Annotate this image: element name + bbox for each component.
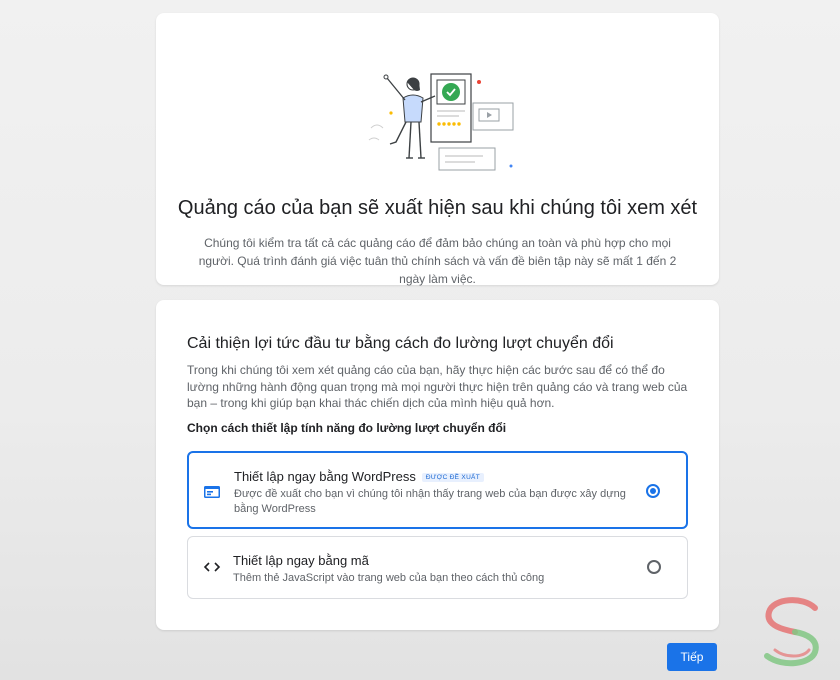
conversion-description: Trong khi chúng tôi xem xét quảng cáo củ… [187,363,688,410]
option-code-description: Thêm thẻ JavaScript vào trang web của bạ… [233,572,545,584]
option-wordpress-title-text: Thiết lập ngay bằng WordPress [234,469,416,484]
s-logo-watermark [764,597,819,667]
option-code-title: Thiết lập ngay bằng mã [233,553,369,568]
option-wordpress-title: Thiết lập ngay bằng WordPress ĐƯỢC ĐỀ XUẤ… [234,469,484,484]
review-card: Quảng cáo của bạn sẽ xuất hiện sau khi c… [156,13,719,286]
review-description: Chúng tôi kiểm tra tất cả các quảng cáo … [198,236,677,286]
setup-method-heading: Chọn cách thiết lập tính năng đo lường l… [187,421,507,435]
conversion-card: Cải thiện lợi tức đầu tư bằng cách đo lư… [156,300,719,630]
option-wordpress-description: Được đề xuất cho bạn vì chúng tôi nhận t… [234,488,626,515]
browser-window-icon [204,486,220,498]
code-icon [203,562,221,572]
option-wordpress[interactable]: Thiết lập ngay bằng WordPress ĐƯỢC ĐỀ XUẤ… [187,451,688,529]
option-code[interactable]: Thiết lập ngay bằng mã Thêm thẻ JavaScri… [187,536,688,599]
option-code-radio[interactable] [647,560,661,574]
recommended-badge: ĐƯỢC ĐỀ XUẤT [421,473,484,482]
approval-illustration [368,73,514,171]
review-title: Quảng cáo của bạn sẽ xuất hiện sau khi c… [177,197,698,219]
next-button[interactable]: Tiếp [667,643,717,671]
conversion-title: Cải thiện lợi tức đầu tư bằng cách đo lư… [187,335,614,352]
option-wordpress-radio[interactable] [646,484,660,498]
